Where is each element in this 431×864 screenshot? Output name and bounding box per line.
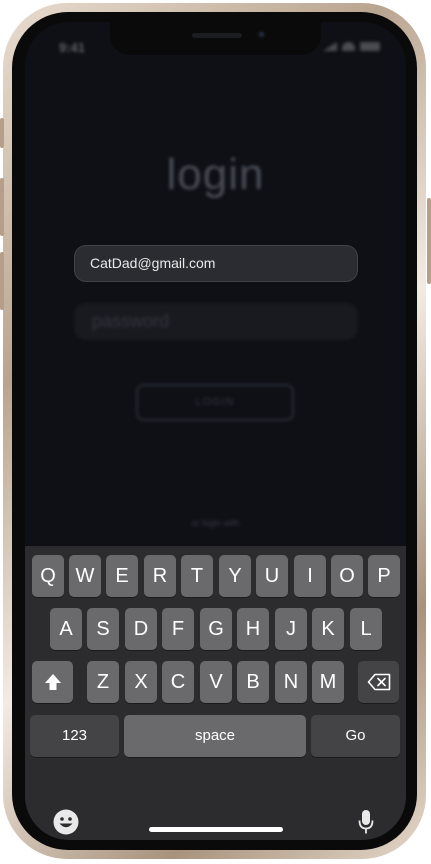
key-f[interactable]: F bbox=[162, 608, 194, 650]
key-m[interactable]: M bbox=[312, 661, 344, 703]
key-w[interactable]: W bbox=[69, 555, 101, 597]
key-y[interactable]: Y bbox=[219, 555, 251, 597]
space-key[interactable]: space bbox=[124, 715, 306, 757]
key-h[interactable]: H bbox=[237, 608, 269, 650]
home-indicator[interactable] bbox=[149, 827, 283, 832]
key-z[interactable]: Z bbox=[87, 661, 119, 703]
login-button[interactable]: LOGIN bbox=[136, 384, 294, 421]
status-time: 9:41 bbox=[59, 40, 86, 55]
page-title: login bbox=[166, 150, 265, 199]
key-a[interactable]: A bbox=[50, 608, 82, 650]
key-e[interactable]: E bbox=[106, 555, 138, 597]
battery-icon bbox=[360, 42, 380, 51]
key-i[interactable]: I bbox=[294, 555, 326, 597]
side-button bbox=[0, 118, 4, 148]
key-u[interactable]: U bbox=[256, 555, 288, 597]
key-v[interactable]: V bbox=[200, 661, 232, 703]
key-o[interactable]: O bbox=[331, 555, 363, 597]
key-j[interactable]: J bbox=[275, 608, 307, 650]
key-x[interactable]: X bbox=[125, 661, 157, 703]
emoji-button[interactable] bbox=[53, 809, 79, 840]
speaker-grille bbox=[192, 33, 242, 38]
keyboard: Q W E R T Y U I O P A S D F G H J K L Z … bbox=[25, 546, 406, 840]
key-l[interactable]: L bbox=[350, 608, 382, 650]
key-n[interactable]: N bbox=[275, 661, 307, 703]
status-icons bbox=[323, 42, 380, 51]
camera-icon bbox=[257, 30, 266, 39]
key-p[interactable]: P bbox=[368, 555, 400, 597]
notch bbox=[110, 22, 321, 55]
email-field[interactable]: CatDad@gmail.com bbox=[74, 245, 358, 282]
key-c[interactable]: C bbox=[162, 661, 194, 703]
backspace-icon bbox=[367, 673, 390, 691]
key-q[interactable]: Q bbox=[32, 555, 64, 597]
shift-icon bbox=[44, 674, 61, 690]
emoji-icon bbox=[53, 809, 79, 835]
volume-down-button bbox=[0, 252, 4, 310]
key-g[interactable]: G bbox=[200, 608, 232, 650]
key-b[interactable]: B bbox=[237, 661, 269, 703]
backspace-key[interactable] bbox=[358, 661, 399, 703]
key-t[interactable]: T bbox=[181, 555, 213, 597]
power-button bbox=[427, 198, 431, 284]
key-s[interactable]: S bbox=[87, 608, 119, 650]
wifi-icon bbox=[342, 42, 355, 51]
dictation-button[interactable] bbox=[358, 809, 374, 840]
shift-key[interactable] bbox=[32, 661, 73, 703]
key-r[interactable]: R bbox=[144, 555, 176, 597]
key-k[interactable]: K bbox=[312, 608, 344, 650]
password-field[interactable]: password bbox=[74, 303, 358, 340]
go-key[interactable]: Go bbox=[311, 715, 400, 757]
alt-login-text: or login with bbox=[191, 518, 240, 528]
signal-icon bbox=[323, 42, 337, 51]
microphone-icon bbox=[358, 810, 374, 834]
phone-screen: 9:41 login CatDad@gmail.com password LOG… bbox=[25, 22, 406, 840]
key-d[interactable]: D bbox=[125, 608, 157, 650]
volume-up-button bbox=[0, 178, 4, 236]
numbers-key[interactable]: 123 bbox=[30, 715, 119, 757]
